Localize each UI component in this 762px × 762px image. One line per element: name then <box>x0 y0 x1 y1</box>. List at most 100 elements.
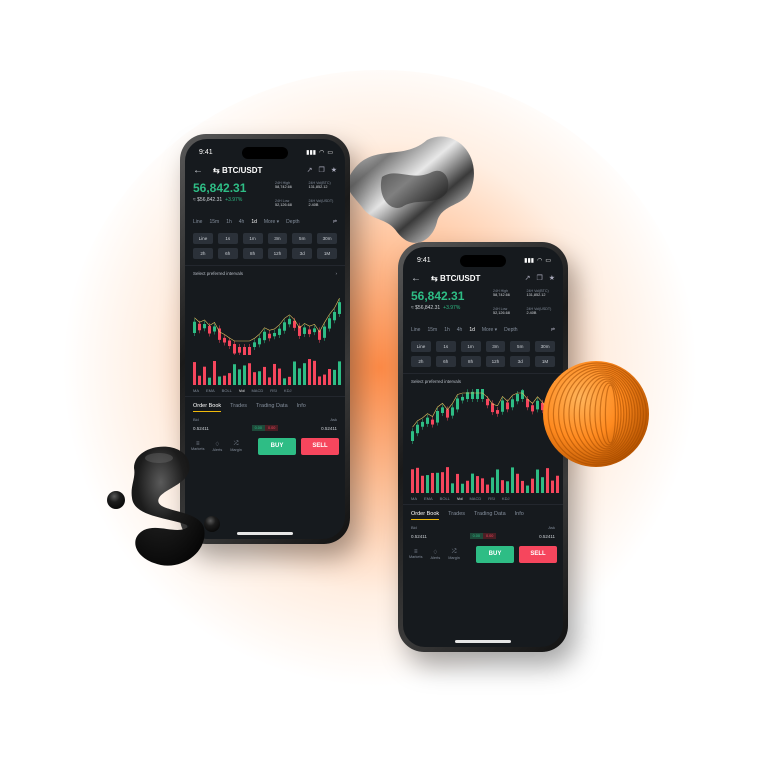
buy-button[interactable]: BUY <box>258 438 296 455</box>
tab-trading-data[interactable]: Trading Data <box>474 511 506 520</box>
share-icon[interactable]: ↗ <box>525 274 531 282</box>
interval-tab[interactable]: 1h <box>444 327 450 333</box>
indicator-tab[interactable]: BOLL <box>440 496 450 501</box>
tab-info[interactable]: Info <box>297 403 306 412</box>
interval-button[interactable]: 30m <box>535 341 555 352</box>
sell-button[interactable]: SELL <box>519 546 557 563</box>
volume-bar <box>253 372 256 385</box>
preferred-intervals-row[interactable]: Select preferred intervals › <box>185 265 345 281</box>
bid-ratio: 0.00 <box>469 533 483 539</box>
status-time: 9:41 <box>417 256 431 264</box>
indicator-tab[interactable]: MACD <box>251 388 263 393</box>
indicator-tab-selected[interactable]: Vol <box>239 388 245 393</box>
interval-tab[interactable]: Line <box>193 219 202 225</box>
tab-trades[interactable]: Trades <box>230 403 247 412</box>
interval-tab[interactable]: Depth <box>504 327 517 333</box>
candle <box>208 326 211 334</box>
volume-bar <box>426 475 429 493</box>
interval-tab[interactable]: 4h <box>239 219 245 225</box>
bid-ask-row: 0.52411 0.00 0.00 0.52411 <box>185 422 345 434</box>
candle <box>308 329 311 335</box>
candle <box>288 318 291 325</box>
interval-button[interactable]: 6h <box>217 248 238 259</box>
pair-title[interactable]: ⇆ BTC/USDT <box>213 166 307 175</box>
copy-icon[interactable]: ❐ <box>318 166 324 174</box>
interval-button[interactable]: 5m <box>510 341 531 352</box>
interval-button[interactable]: 1m <box>242 233 263 244</box>
interval-button[interactable]: 1M <box>317 248 337 259</box>
indicator-tab[interactable]: MACD <box>469 496 481 501</box>
interval-tab[interactable]: More ▾ <box>264 219 279 225</box>
volume-bar <box>233 364 236 385</box>
volume-bar <box>238 369 241 385</box>
indicator-tab-selected[interactable]: Vol <box>457 496 463 501</box>
candle <box>243 347 246 358</box>
interval-button[interactable]: 1s <box>435 341 456 352</box>
interval-tab[interactable]: More ▾ <box>482 327 497 333</box>
indicator-tab[interactable]: KDJ <box>284 388 292 393</box>
preferred-intervals-row[interactable]: Select preferred intervals › <box>403 373 563 389</box>
tab-trades[interactable]: Trades <box>448 511 465 520</box>
indicator-tab[interactable]: EMA <box>424 496 433 501</box>
back-arrow-icon[interactable]: ← <box>411 273 431 284</box>
interval-tab[interactable]: 15m <box>209 219 219 225</box>
indicator-tab[interactable]: MA <box>193 388 199 393</box>
interval-button[interactable]: 5m <box>292 233 313 244</box>
indicator-tab[interactable]: EMA <box>206 388 215 393</box>
interval-button[interactable]: 3d <box>510 356 531 367</box>
indicator-tab[interactable]: MA <box>411 496 417 501</box>
settings-sliders-icon[interactable]: ⇌ <box>551 327 555 333</box>
interval-tab-selected[interactable]: 1d <box>251 219 257 225</box>
star-icon[interactable]: ★ <box>549 274 555 282</box>
interval-button[interactable]: 30m <box>317 233 337 244</box>
indicator-tab[interactable]: KDJ <box>502 496 510 501</box>
nav-markets[interactable]: ≡ Markets <box>409 549 423 560</box>
bid-ask-header: Bid Ask <box>403 521 563 530</box>
candle <box>203 324 206 329</box>
nav-alerts[interactable]: ♢ Alerts <box>431 549 441 560</box>
candlestick-chart[interactable] <box>189 281 341 361</box>
nav-label: Alerts <box>430 556 441 560</box>
interval-button[interactable]: 12h <box>267 248 288 259</box>
tab-order-book[interactable]: Order Book <box>193 403 222 412</box>
interval-tab[interactable]: Line <box>411 327 420 333</box>
interval-button[interactable]: 1s <box>217 233 238 244</box>
interval-tab[interactable]: 1h <box>226 219 232 225</box>
back-arrow-icon[interactable]: ← <box>193 165 213 176</box>
candle <box>506 402 509 410</box>
volume-bar <box>288 376 291 385</box>
sell-button[interactable]: SELL <box>301 438 339 455</box>
interval-tab-selected[interactable]: 1d <box>469 327 475 333</box>
interval-button[interactable]: 3d <box>292 248 313 259</box>
buy-button[interactable]: BUY <box>476 546 514 563</box>
star-icon[interactable]: ★ <box>331 166 337 174</box>
interval-button[interactable]: Line <box>411 341 431 352</box>
interval-button[interactable]: 6h <box>435 356 456 367</box>
interval-button[interactable]: 2h <box>193 248 213 259</box>
interval-tab[interactable]: 4h <box>457 327 463 333</box>
interval-button[interactable]: 3m <box>485 341 506 352</box>
interval-tab[interactable]: 15m <box>427 327 437 333</box>
volume-bar <box>456 473 459 493</box>
share-icon[interactable]: ↗ <box>307 166 313 174</box>
interval-button[interactable]: Line <box>193 233 213 244</box>
interval-button[interactable]: 2h <box>411 356 431 367</box>
interval-button[interactable]: 12h <box>485 356 506 367</box>
tab-info[interactable]: Info <box>515 511 524 520</box>
nav-margin[interactable]: ⤮ Margin <box>448 549 460 560</box>
candlestick-chart[interactable] <box>407 384 559 463</box>
pair-title[interactable]: ⇆ BTC/USDT <box>431 274 525 283</box>
settings-sliders-icon[interactable]: ⇌ <box>333 219 337 225</box>
indicator-tab[interactable]: RSI <box>270 388 277 393</box>
tab-order-book[interactable]: Order Book <box>411 511 440 520</box>
indicator-tab[interactable]: BOLL <box>222 388 232 393</box>
interval-button[interactable]: 8h <box>242 248 263 259</box>
interval-button[interactable]: 8h <box>460 356 481 367</box>
tab-trading-data[interactable]: Trading Data <box>256 403 288 412</box>
interval-button[interactable]: 1m <box>460 341 481 352</box>
volume-bar <box>308 359 311 385</box>
copy-icon[interactable]: ❐ <box>536 274 542 282</box>
indicator-tab[interactable]: RSI <box>488 496 495 501</box>
interval-button[interactable]: 3m <box>267 233 288 244</box>
interval-tab[interactable]: Depth <box>286 219 299 225</box>
